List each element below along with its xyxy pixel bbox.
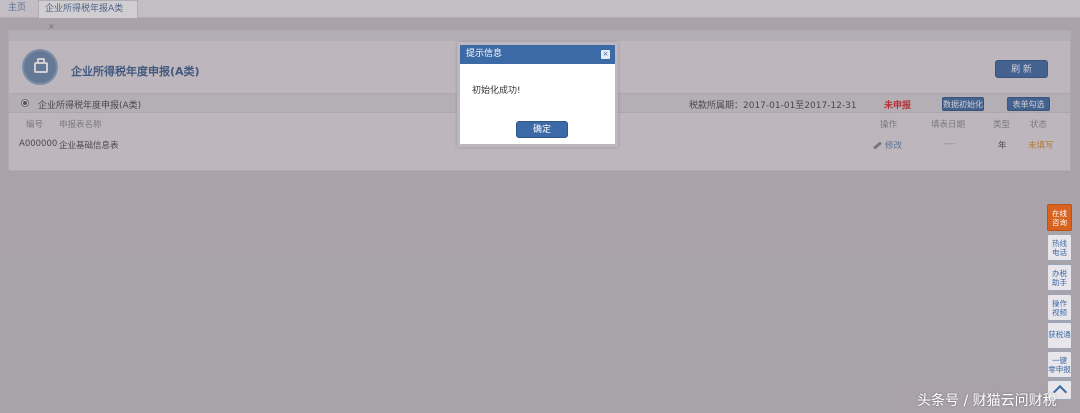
online-consult-button[interactable]: 在线 咨询 [1047,204,1072,231]
confirm-button[interactable]: 确定 [516,121,568,138]
zero-declare-button[interactable]: 一键 零申报 [1047,351,1072,378]
tax-assistant-button[interactable]: 办税 助手 [1047,264,1072,291]
dialog-message: 初始化成功! [472,86,521,96]
video-guide-button[interactable]: 操作 视频 [1047,294,1072,321]
dialog-close-icon[interactable]: × [601,50,610,59]
dialog-title: 提示信息 [466,49,503,59]
hotline-button[interactable]: 热线 电话 [1047,234,1072,261]
info-dialog: 提示信息 × 初始化成功! 确定 [457,42,618,147]
watermark: 头条号 / 财猫云问财税 [917,393,1057,409]
tax-pass-button[interactable]: 获税通 [1047,322,1072,349]
dialog-header: 提示信息 × [460,45,615,64]
